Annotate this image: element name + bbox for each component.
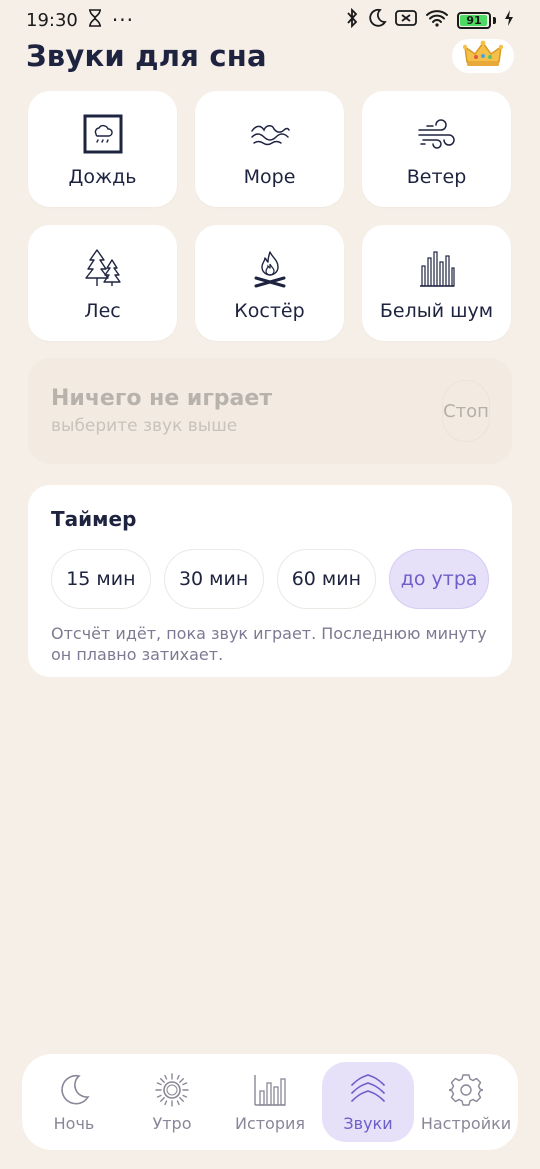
now-playing-info: Ничего не играет выберите звук выше [51, 386, 272, 436]
hourglass-icon [88, 8, 102, 32]
nav-label: Утро [152, 1113, 192, 1133]
now-playing-subtitle: выберите звук выше [51, 416, 238, 436]
header: Звуки для сна [26, 36, 516, 76]
moon-icon [56, 1072, 92, 1108]
nav-item-settings[interactable]: Настройки [420, 1062, 512, 1142]
crown-icon [462, 40, 504, 72]
chart-icon [252, 1072, 288, 1108]
white-noise-icon [415, 246, 459, 290]
nav-label: История [234, 1113, 306, 1133]
sound-label: Белый шум [379, 300, 494, 322]
premium-button[interactable] [452, 39, 514, 73]
gear-icon [448, 1072, 484, 1108]
forest-icon [81, 246, 125, 290]
timer-option-60[interactable]: 60 мин [276, 549, 377, 609]
campfire-icon [248, 246, 292, 290]
sun-icon [154, 1072, 190, 1108]
sound-tile-wind[interactable]: Ветер [362, 91, 511, 207]
bluetooth-icon [345, 7, 359, 33]
timer-option-30[interactable]: 30 мин [163, 549, 264, 609]
sound-tile-sea[interactable]: Море [195, 91, 344, 207]
nav-item-sounds[interactable]: Звуки [322, 1062, 414, 1142]
sound-label: Море [243, 166, 296, 188]
now-playing-card: Ничего не играет выберите звук выше Стоп [28, 358, 512, 464]
timer-option-until-morning[interactable]: до утра [389, 549, 489, 609]
bottom-nav: Ночь Утро История Звуки Настройки [22, 1054, 518, 1150]
now-playing-title: Ничего не играет [51, 386, 273, 411]
nav-label: Звуки [343, 1113, 393, 1133]
waves-icon [350, 1072, 386, 1108]
wind-icon [415, 112, 459, 156]
battery-level: 91 [466, 13, 482, 27]
sound-tile-campfire[interactable]: Костёр [195, 225, 344, 341]
status-time: 19:30 [26, 9, 78, 31]
charging-icon [504, 9, 514, 32]
timer-options: 15 мин 30 мин 60 мин до утра [51, 549, 489, 609]
nav-label: Ночь [53, 1113, 95, 1133]
wifi-icon [425, 9, 449, 32]
timer-option-15[interactable]: 15 мин [51, 549, 151, 609]
nav-item-history[interactable]: История [224, 1062, 316, 1142]
nav-label: Настройки [420, 1113, 512, 1133]
sound-label: Костёр [234, 300, 305, 322]
sound-tile-white-noise[interactable]: Белый шум [362, 225, 511, 341]
timer-note: Отсчёт идёт, пока звук играет. Последнюю… [51, 624, 487, 664]
battery-icon: 91 [457, 11, 491, 29]
sound-tile-rain[interactable]: Дождь [28, 91, 177, 207]
sim-icon [395, 9, 417, 32]
sound-label: Лес [84, 300, 121, 322]
status-bar: 19:30 ··· 91 [0, 0, 540, 40]
page-title: Звуки для сна [26, 39, 267, 73]
sound-label: Ветер [406, 166, 467, 188]
nav-item-night[interactable]: Ночь [28, 1062, 120, 1142]
rain-icon [81, 112, 125, 156]
sound-label: Дождь [68, 166, 137, 188]
timer-title: Таймер [51, 507, 137, 531]
timer-card: Таймер 15 мин 30 мин 60 мин до утра Отсч… [28, 485, 512, 677]
sounds-grid: Дождь Море Ветер Лес Костёр Белый шум [28, 91, 512, 341]
waves-icon [248, 112, 292, 156]
status-dots: ··· [111, 8, 134, 32]
moon-icon [367, 8, 387, 33]
nav-item-morning[interactable]: Утро [126, 1062, 218, 1142]
stop-button[interactable]: Стоп [442, 380, 490, 442]
sound-tile-forest[interactable]: Лес [28, 225, 177, 341]
